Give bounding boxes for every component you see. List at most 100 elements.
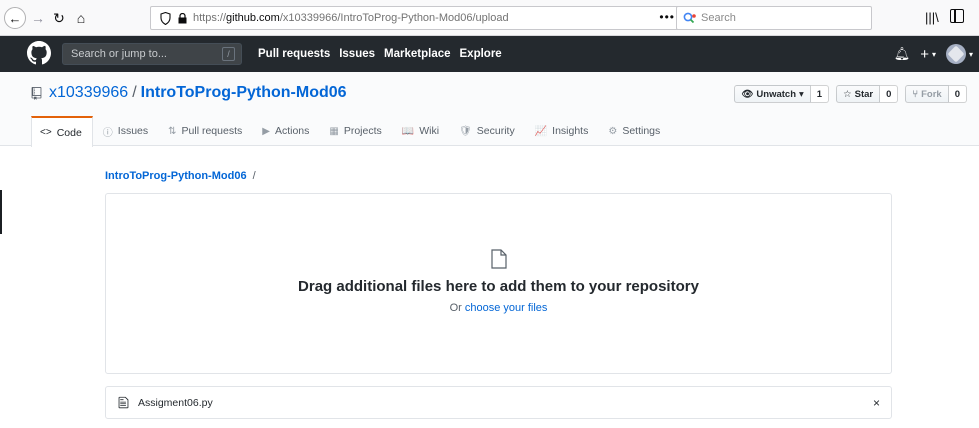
nav-pull-requests[interactable]: Pull requests	[258, 48, 330, 60]
project-icon: ▦	[329, 125, 339, 137]
nav-marketplace[interactable]: Marketplace	[384, 48, 450, 60]
tab-wiki[interactable]: 📖 Wiki	[392, 116, 449, 146]
create-new-caret-icon[interactable]: ▾	[932, 50, 936, 59]
github-logo-icon[interactable]	[27, 41, 51, 65]
notifications-bell-icon[interactable]: 🔔︎	[894, 46, 911, 62]
chevron-down-icon: ▾	[799, 88, 804, 100]
book-icon: 📖	[401, 125, 415, 137]
watch-group: 👁︎ Unwatch ▾ 1	[734, 85, 830, 103]
tab-code-label: Code	[56, 126, 82, 139]
back-button[interactable]: ←	[4, 7, 26, 29]
tab-security[interactable]: 🛡 Security	[449, 116, 525, 146]
tab-issues-label: Issues	[117, 125, 149, 137]
repo-icon	[31, 86, 43, 100]
uploaded-file-name: Assigment06.py	[138, 396, 213, 409]
reload-button[interactable]: ↻	[50, 7, 68, 29]
star-group: ☆ Star 0	[836, 85, 899, 103]
gear-icon: ⚙	[608, 125, 618, 137]
graph-icon: 📈	[534, 125, 548, 137]
forward-button[interactable]: →	[29, 7, 47, 29]
window-edge	[0, 190, 2, 234]
tab-wiki-label: Wiki	[419, 125, 440, 137]
sidebar-toggle-icon[interactable]	[950, 9, 964, 23]
tab-actions-label: Actions	[274, 125, 310, 137]
repository-title: x10339966 / IntroToProg-Python-Mod06	[31, 84, 347, 102]
home-button[interactable]: ⌂	[72, 7, 90, 29]
repo-actions: 👁︎ Unwatch ▾ 1 ☆ Star 0 ⑂ Fork 0	[734, 85, 967, 103]
library-icon[interactable]: |||\	[925, 10, 939, 25]
code-icon: <>	[40, 127, 52, 138]
tab-settings[interactable]: ⚙ Settings	[598, 116, 670, 146]
back-arrow-icon: ←	[8, 10, 22, 26]
browser-search-placeholder: Search	[701, 12, 736, 24]
user-menu-caret-icon[interactable]: ▾	[969, 50, 973, 59]
tab-settings-label: Settings	[622, 125, 661, 137]
reload-icon: ↻	[53, 9, 65, 26]
github-search-placeholder: Search or jump to...	[71, 48, 167, 60]
star-count[interactable]: 0	[880, 85, 899, 103]
search-engine-icon	[683, 11, 697, 25]
star-icon: ☆	[843, 88, 852, 100]
fork-group: ⑂ Fork 0	[905, 85, 967, 103]
fork-label: Fork	[921, 88, 942, 100]
tab-issues[interactable]: ⓘ Issues	[93, 116, 158, 146]
tab-security-label: Security	[476, 125, 515, 137]
github-global-nav: Pull requests Issues Marketplace Explore	[258, 36, 502, 72]
repo-name-link[interactable]: IntroToProg-Python-Mod06	[141, 84, 347, 102]
github-search-input[interactable]: Search or jump to... /	[62, 43, 242, 65]
repo-owner-link[interactable]: x10339966	[49, 84, 128, 102]
nav-explore[interactable]: Explore	[460, 48, 502, 60]
nav-issues[interactable]: Issues	[339, 48, 375, 60]
unwatch-button[interactable]: 👁︎ Unwatch ▾	[734, 85, 811, 103]
repo-path-separator: /	[132, 84, 137, 101]
address-bar[interactable]: https://github.com/x10339966/IntroToProg…	[150, 6, 706, 30]
lock-icon[interactable]	[177, 12, 187, 24]
fork-button[interactable]: ⑂ Fork	[905, 85, 949, 103]
eye-icon: 👁︎	[741, 88, 754, 100]
star-label: Star	[854, 88, 874, 100]
play-icon: ▶	[262, 125, 270, 137]
breadcrumb: IntroToProg-Python-Mod06 /	[105, 170, 256, 182]
tab-pull-requests[interactable]: ⇅ Pull requests	[158, 116, 252, 146]
drop-zone-title: Drag additional files here to add them t…	[298, 278, 699, 295]
tab-pull-requests-label: Pull requests	[181, 125, 243, 137]
repository-nav: <> Code ⓘ Issues ⇅ Pull requests ▶ Actio…	[31, 116, 670, 147]
create-new-plus-icon[interactable]: +	[920, 46, 929, 63]
file-drop-zone[interactable]: Drag additional files here to add them t…	[105, 193, 892, 374]
github-header: Search or jump to... / Pull requests Iss…	[0, 36, 979, 72]
tab-actions[interactable]: ▶ Actions	[252, 116, 319, 146]
unwatch-label: Unwatch	[756, 88, 797, 100]
tab-insights[interactable]: 📈 Insights	[525, 116, 599, 146]
file-icon	[491, 249, 507, 269]
issue-opened-icon: ⓘ	[102, 127, 113, 139]
github-header-actions: 🔔︎ + ▾ ▾	[894, 36, 973, 72]
git-pull-request-icon: ⇅	[168, 125, 177, 137]
choose-files-link[interactable]: choose your files	[465, 302, 548, 314]
breadcrumb-separator: /	[252, 170, 256, 182]
url-text[interactable]: https://github.com/x10339966/IntroToProg…	[193, 12, 509, 24]
shield-icon: 🛡	[459, 125, 472, 137]
or-text: Or	[449, 302, 465, 314]
browser-toolbar: ← → ↻ ⌂ https://github.com/x10339966/Int…	[0, 0, 979, 36]
breadcrumb-repo-link[interactable]: IntroToProg-Python-Mod06	[105, 170, 247, 182]
star-button[interactable]: ☆ Star	[836, 85, 881, 103]
watch-count[interactable]: 1	[810, 85, 830, 103]
user-avatar[interactable]	[945, 44, 966, 64]
tab-projects-label: Projects	[343, 125, 382, 137]
tracking-shield-icon[interactable]	[159, 11, 171, 25]
home-icon: ⌂	[76, 10, 86, 26]
tab-code[interactable]: <> Code	[31, 116, 93, 147]
file-icon	[118, 396, 130, 410]
fork-count[interactable]: 0	[948, 85, 967, 103]
tab-projects[interactable]: ▦ Projects	[319, 116, 391, 146]
browser-search-bar[interactable]: Search	[676, 6, 872, 30]
fork-icon: ⑂	[912, 88, 919, 100]
drop-zone-subtitle: Or choose your files	[106, 302, 891, 314]
repository-header: x10339966 / IntroToProg-Python-Mod06 👁︎ …	[0, 72, 979, 147]
slash-shortcut-hint: /	[222, 47, 235, 61]
tab-insights-label: Insights	[552, 125, 589, 137]
remove-file-close-icon[interactable]: ×	[873, 396, 880, 410]
forward-arrow-icon: →	[31, 10, 45, 26]
uploaded-file-row: Assigment06.py ×	[105, 386, 892, 419]
page-actions-menu-icon[interactable]: •••	[659, 10, 675, 24]
